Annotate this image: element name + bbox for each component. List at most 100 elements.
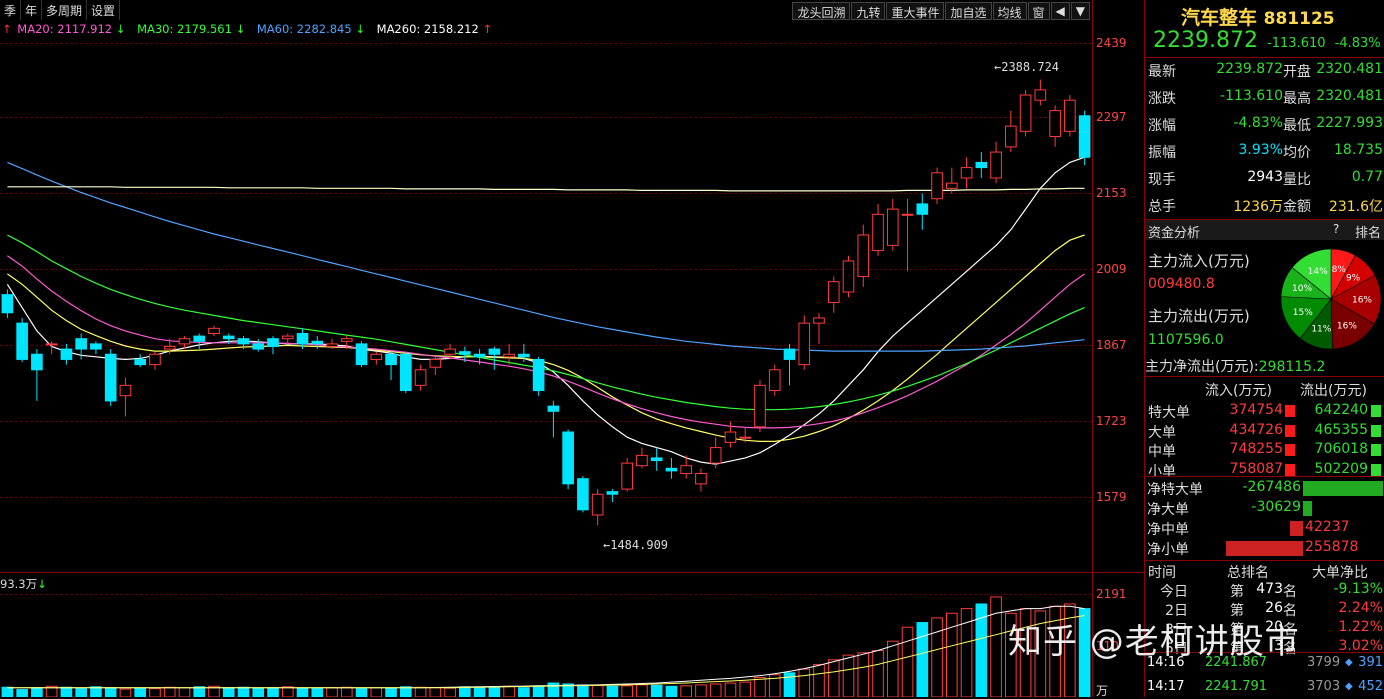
- candle: [399, 351, 412, 394]
- candle: [119, 377, 132, 417]
- volume-bar: [355, 688, 368, 697]
- volume-bar: [296, 687, 309, 697]
- tick-row: 14:17 2241.791 3703 ◆ 452: [1145, 679, 1384, 699]
- volume-bar: [104, 687, 117, 697]
- candle: [636, 447, 648, 469]
- volume-bar: [577, 684, 589, 697]
- candle-body: [267, 338, 279, 347]
- price-tick: 2153: [1096, 186, 1127, 200]
- watermark: 知乎 @老柯讲股市: [1008, 622, 1300, 662]
- candle-body: [827, 281, 840, 303]
- candle-body: [532, 358, 545, 392]
- pie-slice-label: 11%: [1311, 324, 1331, 334]
- volume-bar: [827, 659, 840, 697]
- flow-in-value: 434726: [1229, 421, 1283, 438]
- flow-out-value: 642240: [1314, 402, 1368, 418]
- candle: [488, 346, 501, 370]
- volume-bar: [503, 685, 515, 697]
- quote-label: 涨跌: [1148, 91, 1176, 107]
- moving-average-button[interactable]: 均线: [992, 2, 1027, 20]
- net-flow-value: 255878: [1305, 539, 1359, 555]
- candle: [665, 457, 678, 479]
- high-price-annotation: ←2388.724: [994, 60, 1060, 74]
- candle-body: [1034, 89, 1047, 101]
- volume-bar: [709, 683, 722, 697]
- candle-body: [636, 454, 648, 467]
- dropdown-icon[interactable]: ▼: [1070, 2, 1090, 20]
- candle-body: [503, 353, 515, 358]
- volume-bar: [931, 617, 943, 697]
- candle-body: [16, 322, 28, 360]
- volume-bar: [798, 668, 811, 697]
- candlestick-chart[interactable]: [0, 38, 1092, 572]
- candle-body: [621, 462, 633, 490]
- settings-button[interactable]: 设置: [87, 0, 121, 20]
- ma-up-arrow-icon: ↑: [2, 22, 12, 36]
- candle-body: [149, 353, 161, 366]
- window-button[interactable]: 窗: [1027, 2, 1050, 20]
- volume-bar: [886, 640, 899, 697]
- ma-legend: ↑ MA20: 2117.912 ↓ MA30: 2179.561 ↓ MA60…: [2, 22, 500, 36]
- candle-body: [975, 161, 988, 169]
- quote-row: 现手 2943 量比 0.77: [1145, 169, 1384, 193]
- volume-bar: [695, 684, 707, 697]
- main-inflow-label: 主力流入(万元): [1148, 252, 1250, 270]
- major-events-button[interactable]: 重大事件: [886, 2, 945, 20]
- fund-analysis-header: 资金分析 ? 排名: [1145, 220, 1384, 241]
- candle: [768, 364, 781, 396]
- candle-body: [783, 348, 796, 360]
- volume-bar: [842, 654, 855, 697]
- main-net-outflow: 主力净流出(万元):298115.2: [1145, 359, 1326, 375]
- volume-bar: [636, 684, 648, 697]
- candle: [193, 333, 206, 350]
- price-tick: 2439: [1096, 36, 1127, 50]
- price-tick: 1867: [1096, 338, 1127, 352]
- divider: [1145, 376, 1384, 377]
- candle-body: [281, 335, 294, 340]
- candle: [1, 289, 14, 318]
- candle: [754, 380, 766, 433]
- axis-divider: [1092, 0, 1093, 697]
- candle-body: [104, 353, 117, 402]
- panel-divider: [0, 572, 1144, 573]
- rank-ratio: -9.13%: [1333, 581, 1383, 597]
- quote-value: 231.6亿: [1328, 199, 1383, 215]
- main-outflow-label: 主力流出(万元): [1148, 307, 1250, 325]
- volume-bar: [650, 684, 663, 697]
- candle: [134, 354, 147, 368]
- candle: [562, 429, 574, 490]
- nine-turn-button[interactable]: 九转: [851, 2, 886, 20]
- period-year[interactable]: 年: [21, 0, 43, 20]
- volume-bar: [370, 687, 383, 697]
- ma20-label: MA20: 2117.912 ↓: [17, 22, 126, 36]
- divider: [1145, 476, 1384, 477]
- candle-body: [1078, 115, 1091, 158]
- volume-bar: [429, 687, 442, 697]
- tick-direction-icon: ◆: [1345, 657, 1353, 668]
- period-season[interactable]: 季: [0, 0, 22, 20]
- leader-review-button[interactable]: 龙头回溯: [792, 2, 851, 20]
- ranking-button[interactable]: 排名: [1355, 222, 1381, 241]
- price-tick: 2297: [1096, 110, 1127, 124]
- volume-unit: 万: [1096, 684, 1109, 698]
- help-icon[interactable]: ?: [1333, 222, 1339, 236]
- volume-chart[interactable]: [0, 590, 1092, 697]
- rank-ratio: 1.22%: [1338, 619, 1383, 635]
- price-tick: 1579: [1096, 490, 1127, 504]
- add-watchlist-button[interactable]: 加自选: [945, 2, 992, 20]
- collapse-left-icon[interactable]: ◀: [1050, 2, 1070, 20]
- multi-period-button[interactable]: 多周期: [42, 0, 88, 20]
- main-outflow-value: 1107596.0: [1148, 332, 1224, 348]
- net-flow-label: 净中单: [1147, 522, 1189, 538]
- candle-body: [355, 343, 368, 366]
- candle: [857, 224, 870, 287]
- volume-bar: [680, 685, 693, 697]
- flow-out-value: 502209: [1314, 460, 1368, 477]
- candle-body: [31, 353, 43, 371]
- candle-body: [901, 213, 914, 216]
- price-tick: 2009: [1096, 262, 1127, 276]
- candle-body: [1064, 99, 1076, 132]
- volume-bar: [340, 686, 353, 697]
- candle: [650, 447, 663, 471]
- rank-ratio: 2.24%: [1338, 600, 1383, 616]
